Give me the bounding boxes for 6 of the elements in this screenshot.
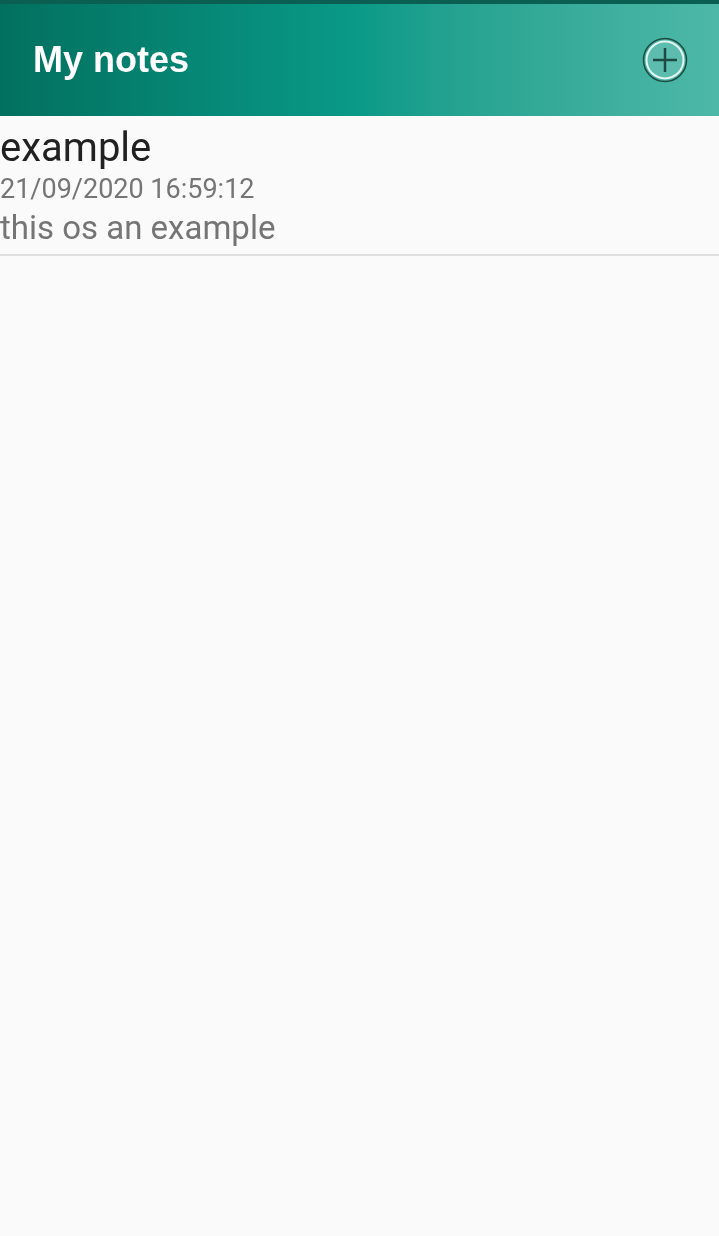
- add-button[interactable]: [641, 36, 689, 84]
- note-body: this os an example: [0, 207, 276, 249]
- add-icon: [642, 37, 688, 83]
- app-title: My notes: [33, 38, 190, 82]
- note-timestamp: 21/09/2020 16:59:12: [0, 172, 255, 206]
- note-title[interactable]: example: [0, 124, 152, 172]
